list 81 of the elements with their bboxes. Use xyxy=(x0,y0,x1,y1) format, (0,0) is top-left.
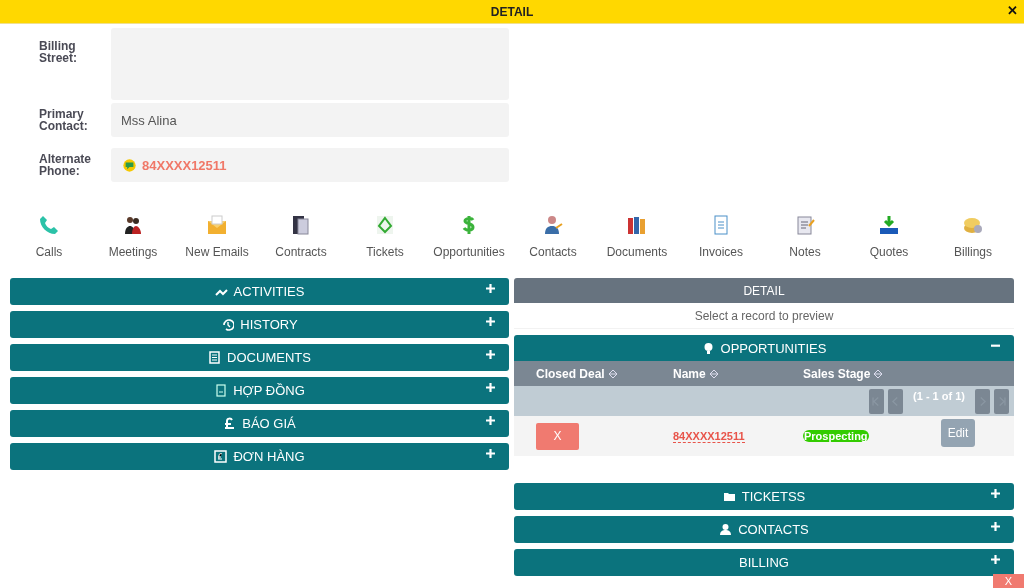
column-header[interactable]: Closed Deal xyxy=(536,366,605,381)
module-button[interactable]: Contracts xyxy=(259,214,343,259)
envelope-icon xyxy=(206,214,228,236)
person-icon xyxy=(719,523,733,536)
section-header[interactable]: BÁO GIÁ xyxy=(10,410,509,437)
module-button[interactable]: Quotes xyxy=(847,214,931,259)
notepad-icon xyxy=(794,214,816,236)
module-label: Notes xyxy=(789,245,821,259)
module-button[interactable]: Billings xyxy=(931,214,1015,259)
person-icon xyxy=(542,214,564,236)
panel-title: HISTORY xyxy=(240,317,298,332)
field-label: Primary Contact: xyxy=(39,108,89,132)
panel-title: ACTIVITIES xyxy=(233,284,305,299)
module-button[interactable]: Notes xyxy=(763,214,847,259)
module-label: Quotes xyxy=(869,245,909,259)
field-value: Mss Alina xyxy=(121,112,177,128)
first-page-button[interactable] xyxy=(869,388,885,414)
panel-header: DETAIL xyxy=(514,278,1014,303)
sort-icon xyxy=(708,368,719,379)
panel-title: ĐƠN HÀNG xyxy=(233,449,305,464)
module-label: New Emails xyxy=(185,245,249,259)
module-button[interactable]: Meetings xyxy=(91,214,175,259)
section-header[interactable]: TICKETSS xyxy=(514,483,1014,510)
section-header[interactable]: OPPORTUNITIES xyxy=(514,335,1014,361)
field-label: Billing Street: xyxy=(39,38,78,64)
close-button[interactable]: ✕ xyxy=(1007,3,1018,18)
module-button[interactable]: Calls xyxy=(7,214,91,259)
module-button[interactable]: Invoices xyxy=(679,214,763,259)
section-header[interactable]: DOCUMENTS xyxy=(10,344,509,371)
module-label: Billings xyxy=(954,245,992,259)
section-header[interactable]: HISTORY xyxy=(10,311,509,338)
page-info: (1 - 1 of 1) xyxy=(912,389,966,402)
module-label: Opportunities xyxy=(433,245,505,259)
module-label: Documents xyxy=(606,245,668,259)
panel-title: OPPORTUNITIES xyxy=(720,340,827,356)
last-page-button[interactable] xyxy=(994,388,1009,414)
column-header[interactable]: Sales Stage xyxy=(803,366,871,381)
module-label: Contracts xyxy=(275,245,327,259)
section-header[interactable]: CONTACTS xyxy=(514,516,1014,543)
module-label: Contacts xyxy=(529,245,577,259)
prev-page-button[interactable] xyxy=(888,388,904,414)
panel-title: HỢP ĐỒNG xyxy=(233,383,305,398)
people-icon xyxy=(122,214,144,236)
history-icon xyxy=(221,318,235,331)
next-page-button[interactable] xyxy=(975,388,990,414)
folder-icon xyxy=(722,490,736,503)
sort-icon xyxy=(607,368,618,379)
books-icon xyxy=(626,214,648,236)
module-label: Meetings xyxy=(108,245,158,259)
module-label: Invoices xyxy=(699,245,743,259)
sort-icon xyxy=(873,368,884,379)
pound-icon xyxy=(223,417,237,430)
panel-title: TICKETSS xyxy=(741,489,806,504)
module-button[interactable]: Contacts xyxy=(511,214,595,259)
download-icon xyxy=(878,214,900,236)
stage-tag: Prospecting xyxy=(803,430,869,442)
module-label: Calls xyxy=(35,245,63,259)
module-button[interactable]: Documents xyxy=(595,214,679,259)
section-header[interactable]: ĐƠN HÀNG xyxy=(10,443,509,470)
column-header[interactable]: Name xyxy=(673,366,706,381)
window-title: DETAIL xyxy=(490,4,534,19)
chat-icon xyxy=(121,156,138,174)
record-link[interactable]: 84XXXX12511 xyxy=(673,429,745,443)
document-icon xyxy=(208,351,222,364)
panel-title: CONTACTS xyxy=(738,522,809,537)
empty-message: Select a record to preview xyxy=(514,303,1014,329)
section-header[interactable]: ACTIVITIES xyxy=(10,278,509,305)
panel-title: DOCUMENTS xyxy=(227,350,311,365)
section-header[interactable]: HỢP ĐỒNG xyxy=(10,377,509,404)
field-label: Alternate Phone: xyxy=(39,153,92,177)
module-button[interactable]: Opportunities xyxy=(427,214,511,259)
panel-title: BÁO GIÁ xyxy=(242,416,296,431)
phone-icon xyxy=(38,214,60,236)
input-field[interactable]: Mss Alina xyxy=(111,103,509,137)
section-header[interactable]: BILLING xyxy=(514,549,1014,576)
module-button[interactable]: New Emails xyxy=(175,214,259,259)
module-label: Tickets xyxy=(366,245,404,259)
module-button[interactable]: Tickets xyxy=(343,214,427,259)
binder-icon xyxy=(290,214,312,236)
file-icon xyxy=(214,384,228,397)
panel-title: BILLING xyxy=(739,555,789,570)
